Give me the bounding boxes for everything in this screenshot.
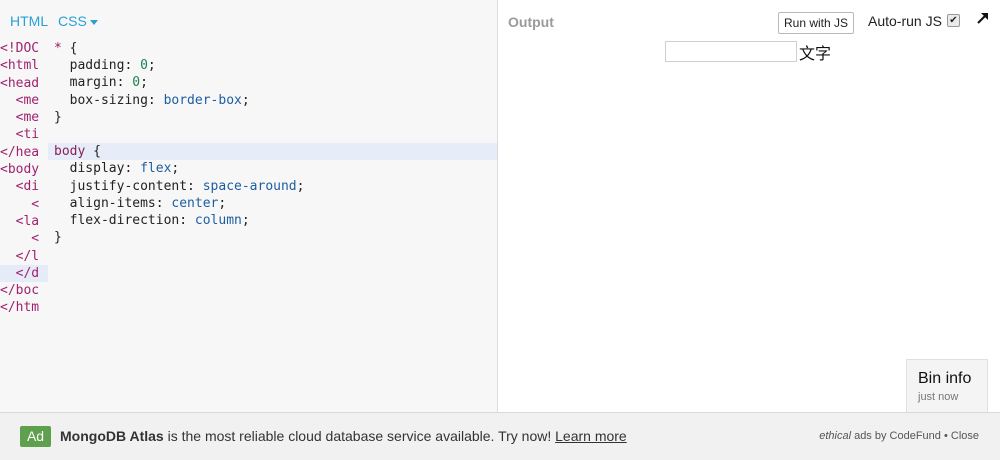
css-code-line: flex-direction: column; — [48, 212, 497, 229]
css-token: display: — [54, 161, 141, 177]
html-code-line: <me — [0, 92, 40, 108]
css-tab[interactable]: CSS — [58, 13, 98, 29]
html-code-line: <ti — [0, 127, 40, 143]
css-token: flex — [140, 161, 172, 177]
css-token: justify-content: — [54, 178, 203, 194]
output-text-input[interactable] — [665, 41, 797, 62]
output-label: Output — [508, 14, 554, 30]
css-token: ; — [147, 58, 156, 74]
output-text: 文字 — [799, 46, 832, 63]
html-panel[interactable]: HTML <!DOC <html <head <me <me <ti </hea <bo… — [0, 0, 49, 412]
html-code-line: <head — [0, 75, 40, 91]
css-code-line: box-sizing: border-box; — [48, 92, 497, 109]
css-code-editor[interactable]: * { padding: 0; margin: 0; box-sizing: b… — [48, 40, 497, 246]
output-panel: Output Run with JS Auto-run JS ✔ 文字 Bin … — [498, 0, 1000, 413]
html-code-line: </d — [0, 264, 48, 283]
html-code-line: </l — [0, 248, 40, 264]
diagonal-arrow-icon[interactable] — [976, 11, 990, 25]
css-token: 0 — [140, 58, 148, 74]
ad-attribution-rest[interactable]: ads by CodeFund • Close — [851, 430, 979, 442]
css-code-line — [48, 126, 497, 143]
css-panel[interactable]: CSS * { padding: 0; margin: 0; box-sizin… — [48, 0, 498, 412]
html-code-line: < — [0, 196, 40, 212]
css-code-line: } — [48, 109, 497, 126]
html-tab-label: HTML — [10, 13, 49, 29]
html-code-line: </hea — [0, 144, 40, 160]
css-token: 0 — [132, 75, 141, 91]
learn-more-link[interactable]: Learn more — [555, 428, 627, 444]
css-code-line: justify-content: space-around; — [48, 178, 497, 195]
html-code-line: <me — [0, 110, 40, 126]
css-code-line: * { — [48, 40, 497, 57]
css-token: { — [93, 144, 101, 160]
css-code-line: align-items: center; — [48, 195, 497, 212]
bin-info-title: Bin info — [918, 370, 972, 387]
ad-attribution: ethical ads by CodeFund • Close — [819, 430, 979, 442]
css-token: ; — [171, 161, 180, 177]
css-token: { — [69, 41, 78, 56]
html-code-line: <body — [0, 162, 40, 178]
css-token: align-items: — [54, 195, 172, 211]
html-code-line: <di — [0, 179, 40, 195]
chevron-down-icon — [89, 19, 98, 25]
html-code-line: <!DOC — [0, 41, 40, 56]
css-code-line: padding: 0; — [48, 57, 497, 74]
ad-brand[interactable]: MongoDB Atlas — [60, 428, 164, 444]
ad-message: MongoDB Atlas is the most reliable cloud… — [60, 428, 627, 444]
css-token: body — [54, 144, 94, 160]
html-code-line: < — [0, 231, 40, 247]
ethical-text[interactable]: ethical — [819, 430, 851, 442]
ad-body: is the most reliable cloud database serv… — [163, 428, 556, 444]
css-token: center — [171, 195, 219, 211]
css-code-line: body { — [48, 143, 497, 161]
css-code-line: display: flex; — [48, 160, 497, 177]
css-token: * — [54, 41, 70, 56]
run-with-js-button[interactable]: Run with JS — [778, 12, 854, 34]
html-code[interactable]: <!DOC <html <head <me <me <ti </hea <body <d… — [0, 40, 48, 317]
css-token: } — [54, 109, 62, 125]
css-token: ; — [241, 92, 250, 108]
bin-info-panel[interactable]: Bin info just now — [906, 359, 988, 413]
autorun-label: Auto-run JS — [868, 13, 942, 29]
css-token: column — [194, 212, 242, 228]
html-code-line: </boc — [0, 283, 40, 299]
css-tab-label: CSS — [58, 13, 87, 29]
html-code-line: <html — [0, 58, 40, 74]
css-token: box-sizing: — [54, 92, 164, 108]
html-code-line: <la — [0, 213, 40, 229]
html-tab[interactable]: HTML — [10, 13, 49, 29]
css-token: ; — [296, 178, 305, 194]
css-token: margin: — [54, 75, 133, 91]
css-token: ; — [140, 75, 148, 91]
bin-info-subtitle: just now — [918, 391, 959, 403]
css-token: ; — [218, 195, 227, 211]
css-token: padding: — [54, 58, 141, 74]
html-code-line: </htm — [0, 300, 40, 316]
autorun-checkbox[interactable]: ✔ — [947, 14, 960, 27]
jsbin-editor: HTML <!DOC <html <head <me <me <ti </hea <bo… — [0, 0, 1000, 460]
css-token: border-box — [163, 92, 242, 108]
css-token: space-around — [202, 178, 297, 194]
ad-badge: Ad — [20, 426, 51, 447]
css-token: } — [54, 230, 62, 246]
ad-bar: Ad MongoDB Atlas is the most reliable cl… — [0, 412, 1000, 460]
css-code-line: } — [48, 229, 497, 246]
css-token: ; — [241, 212, 250, 228]
css-token: flex-direction: — [54, 212, 195, 228]
css-code-line: margin: 0; — [48, 74, 497, 91]
